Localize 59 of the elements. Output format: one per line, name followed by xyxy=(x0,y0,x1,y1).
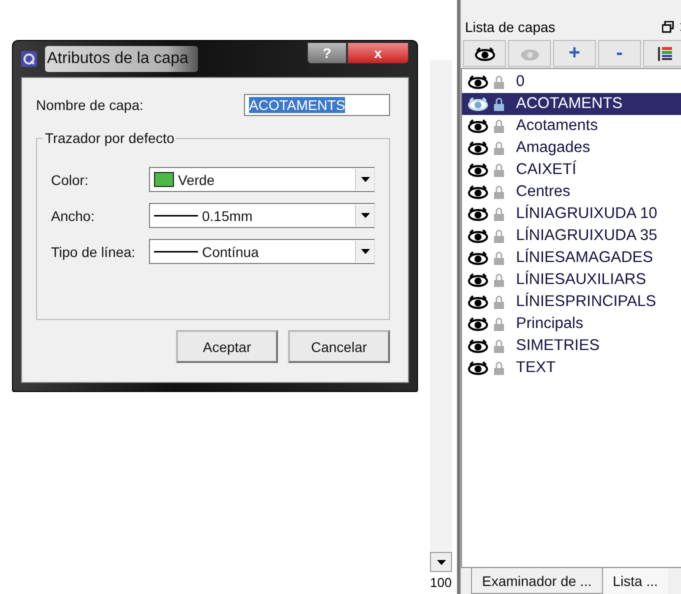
layer-item[interactable]: LÍNIAGRUIXUDA 10 xyxy=(462,203,681,225)
layer-item[interactable]: LÍNIESAMAGADES xyxy=(462,247,681,269)
eye-icon[interactable] xyxy=(468,317,488,331)
field-label: Nombre de capa: xyxy=(36,97,144,113)
line-sample-icon xyxy=(154,250,198,254)
list-icon xyxy=(658,46,672,62)
panel-title: Lista de capas xyxy=(465,19,556,35)
layer-item[interactable]: Acotaments xyxy=(462,115,681,137)
scroll-down-button[interactable] xyxy=(430,552,452,572)
eye-icon[interactable] xyxy=(468,361,488,375)
panel-tab[interactable]: Lista ... xyxy=(602,568,668,594)
float-icon[interactable] xyxy=(662,21,674,33)
line-sample-icon xyxy=(154,214,198,218)
eye-icon xyxy=(474,46,494,60)
layer-item[interactable]: LÍNIESAUXILIARS xyxy=(462,269,681,291)
dropdown[interactable]: Verde xyxy=(149,167,375,192)
window-title: Atributos de la capa xyxy=(45,46,198,72)
accept-button[interactable]: Aceptar xyxy=(176,330,278,363)
toolbar-button[interactable]: + xyxy=(553,40,596,67)
layer-item[interactable]: Principals xyxy=(462,313,681,335)
down-arrow-icon xyxy=(436,560,446,564)
cancel-button[interactable]: Cancelar xyxy=(288,330,390,363)
layer-item[interactable]: 0 xyxy=(462,71,681,93)
show-all-button[interactable] xyxy=(463,40,506,67)
layer-item[interactable]: LÍNIAGRUIXUDA 35 xyxy=(462,225,681,247)
app-icon xyxy=(21,51,37,67)
layer-item[interactable]: SIMETRIES xyxy=(462,335,681,357)
layer-item[interactable]: Amagades xyxy=(462,137,681,159)
layer-item[interactable]: Centres xyxy=(462,181,681,203)
eye-icon[interactable] xyxy=(468,163,488,177)
zoom-value: 100 xyxy=(430,574,452,592)
eye-icon[interactable] xyxy=(468,97,488,111)
eye-icon[interactable] xyxy=(468,75,488,89)
close-button[interactable]: x xyxy=(347,42,409,64)
lock-icon[interactable] xyxy=(494,97,504,111)
layer-item[interactable]: ACOTAMENTS xyxy=(462,93,681,115)
eye-icon[interactable] xyxy=(468,295,488,309)
eye-icon xyxy=(520,46,540,60)
layer-item[interactable]: CAIXETÍ xyxy=(462,159,681,181)
layer-item[interactable]: TEXT xyxy=(462,357,681,379)
dropdown[interactable]: 0.15mm xyxy=(149,203,375,228)
field-label: Ancho: xyxy=(51,208,96,224)
eye-icon[interactable] xyxy=(468,119,488,133)
eye-icon[interactable] xyxy=(468,141,488,155)
panel-tab[interactable]: Examinador de ... xyxy=(471,568,603,594)
layer-name-field[interactable]: ACOTAMENTS xyxy=(244,94,390,116)
eye-icon[interactable] xyxy=(468,229,488,243)
group-label: Trazador por defecto xyxy=(43,130,176,146)
layer-list-button[interactable] xyxy=(643,40,681,67)
field-label: Color: xyxy=(51,172,90,188)
layer-item[interactable]: LÍNIESPRINCIPALS xyxy=(462,291,681,313)
field-label: Tipo de línea: xyxy=(51,244,136,260)
dropdown[interactable]: Contínua xyxy=(149,239,375,264)
eye-icon[interactable] xyxy=(468,251,488,265)
eye-icon[interactable] xyxy=(468,339,488,353)
eye-icon[interactable] xyxy=(468,273,488,287)
eye-icon[interactable] xyxy=(468,207,488,221)
toolbar-button[interactable]: - xyxy=(598,40,641,67)
eye-icon[interactable] xyxy=(468,185,488,199)
